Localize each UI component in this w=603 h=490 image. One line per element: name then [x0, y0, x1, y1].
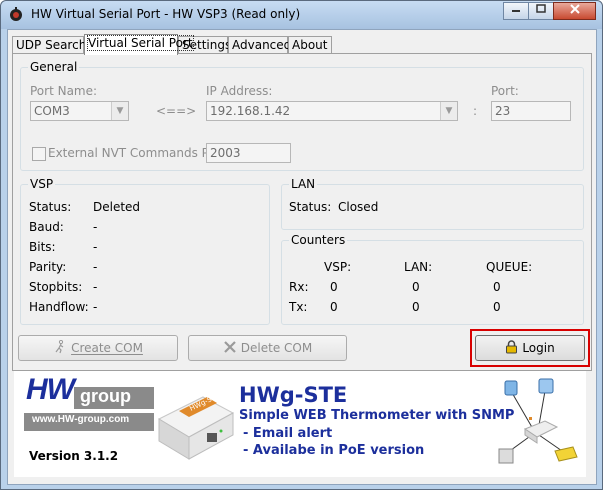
product-title: HWg-STE: [239, 383, 348, 407]
product-bullet-email: - Email alert: [243, 426, 333, 441]
minimize-icon: [512, 10, 520, 12]
window-title: HW Virtual Serial Port - HW VSP3 (Read o…: [31, 7, 301, 21]
close-icon: [569, 4, 580, 14]
vsp-bits-value: -: [93, 240, 98, 254]
ip-address-label: IP Address:: [206, 84, 273, 98]
tab-udp-search[interactable]: UDP Search: [12, 36, 87, 54]
lan-status-label: Status:: [289, 200, 332, 214]
chevron-down-icon[interactable]: ▼: [111, 102, 128, 120]
counter-header-lan: LAN:: [404, 260, 433, 274]
counters-group: Counters VSP: LAN: QUEUE: Rx: 0 0 0 Tx: …: [281, 233, 584, 325]
general-group: General Port Name: COM3 ▼ <==> IP Addres…: [20, 60, 584, 171]
thermometer-device-image: HWg-STE: [157, 391, 235, 460]
minimize-button[interactable]: [503, 2, 529, 20]
vsp-handflow-value: -: [93, 300, 98, 314]
vsp-baud-label: Baud:: [29, 220, 64, 234]
port-name-value: COM3: [34, 104, 70, 118]
maximize-icon: [536, 4, 546, 13]
version-text: Version 3.1.2: [29, 449, 119, 463]
port-label: Port:: [491, 84, 519, 98]
counter-rx-lan: 0: [412, 280, 420, 294]
maximize-button[interactable]: [528, 2, 554, 20]
general-group-title: General: [28, 60, 80, 74]
vsp-baud-value: -: [93, 220, 98, 234]
counter-header-vsp: VSP:: [324, 260, 352, 274]
connection-arrow: <==>: [156, 104, 197, 118]
counter-tx-queue: 0: [493, 300, 501, 314]
delete-com-label: Delete COM: [240, 341, 313, 355]
counter-tx-lan: 0: [412, 300, 420, 314]
chevron-down-icon[interactable]: ▼: [440, 102, 457, 120]
logo-url-text: www.HW-group.com: [32, 414, 130, 425]
counter-rx-label: Rx:: [289, 280, 309, 294]
nvt-label: External NVT Commands Port:: [48, 146, 230, 160]
network-diagram-icon: [498, 378, 578, 464]
port-separator: :: [473, 104, 478, 118]
lan-group-title: LAN: [289, 177, 318, 191]
nvt-port-field[interactable]: 2003: [206, 143, 291, 163]
port-value: 23: [495, 104, 511, 118]
vsp-stopbits-value: -: [93, 280, 98, 294]
vsp-status-value: Deleted: [93, 200, 141, 214]
delete-com-button[interactable]: Delete COM: [188, 335, 347, 361]
ad-banner[interactable]: HW group www.HW-group.com Version 3.1.2 …: [14, 371, 586, 477]
tab-label: Advanced: [232, 38, 292, 52]
counter-header-queue: QUEUE:: [486, 260, 533, 274]
counter-rx-queue: 0: [493, 280, 501, 294]
tab-label: About: [292, 38, 328, 52]
tab-label: Virtual Serial Port: [87, 35, 194, 51]
tab-label: UDP Search: [16, 38, 87, 52]
lan-status-value: Closed: [338, 200, 379, 214]
vsp-group: VSP Status: Deleted Baud: - Bits: - Pari…: [20, 177, 270, 325]
product-subtitle: Simple WEB Thermometer with SNMP: [239, 408, 515, 423]
port-field[interactable]: 23: [491, 101, 571, 121]
tab-virtual-serial-port[interactable]: Virtual Serial Port: [84, 34, 194, 55]
vsp-parity-label: Parity:: [29, 260, 67, 274]
login-highlight: [470, 329, 590, 367]
vsp-status-label: Status:: [29, 200, 72, 214]
tab-advanced[interactable]: Advanced: [228, 36, 292, 54]
vsp-stopbits-label: Stopbits:: [29, 280, 83, 294]
logo-hw-text: HW: [26, 373, 75, 406]
counter-rx-vsp: 0: [330, 280, 338, 294]
app-icon: [10, 7, 22, 21]
title-bar[interactable]: HW Virtual Serial Port - HW VSP3 (Read o…: [1, 1, 602, 29]
logo-group-text: group: [80, 386, 131, 406]
vsp-bits-label: Bits:: [29, 240, 56, 254]
vsp-group-title: VSP: [28, 177, 56, 191]
nvt-port-value: 2003: [210, 146, 241, 160]
ip-address-value: 192.168.1.42: [210, 104, 291, 118]
walking-person-icon: [55, 340, 64, 354]
create-com-button[interactable]: Create COM: [18, 335, 178, 361]
port-name-label: Port Name:: [30, 84, 98, 98]
tab-about[interactable]: About: [288, 36, 332, 54]
application-window: HW Virtual Serial Port - HW VSP3 (Read o…: [0, 0, 603, 490]
product-bullet-poe: - Availabe in PoE version: [243, 443, 425, 458]
vsp-handflow-label: Handflow:: [29, 300, 89, 314]
counter-tx-vsp: 0: [330, 300, 338, 314]
nvt-checkbox[interactable]: [32, 147, 46, 161]
lan-group: LAN Status: Closed: [281, 177, 584, 230]
vsp-parity-value: -: [93, 260, 98, 274]
counters-group-title: Counters: [289, 233, 348, 247]
ip-address-combo[interactable]: 192.168.1.42 ▼: [206, 101, 458, 121]
virtual-serial-port-panel: General Port Name: COM3 ▼ <==> IP Addres…: [12, 53, 592, 371]
delete-x-icon: [224, 341, 236, 353]
close-button[interactable]: [553, 2, 596, 20]
create-com-label: Create COM: [71, 341, 143, 355]
port-name-combo[interactable]: COM3 ▼: [30, 101, 129, 121]
counter-tx-label: Tx:: [289, 300, 308, 314]
